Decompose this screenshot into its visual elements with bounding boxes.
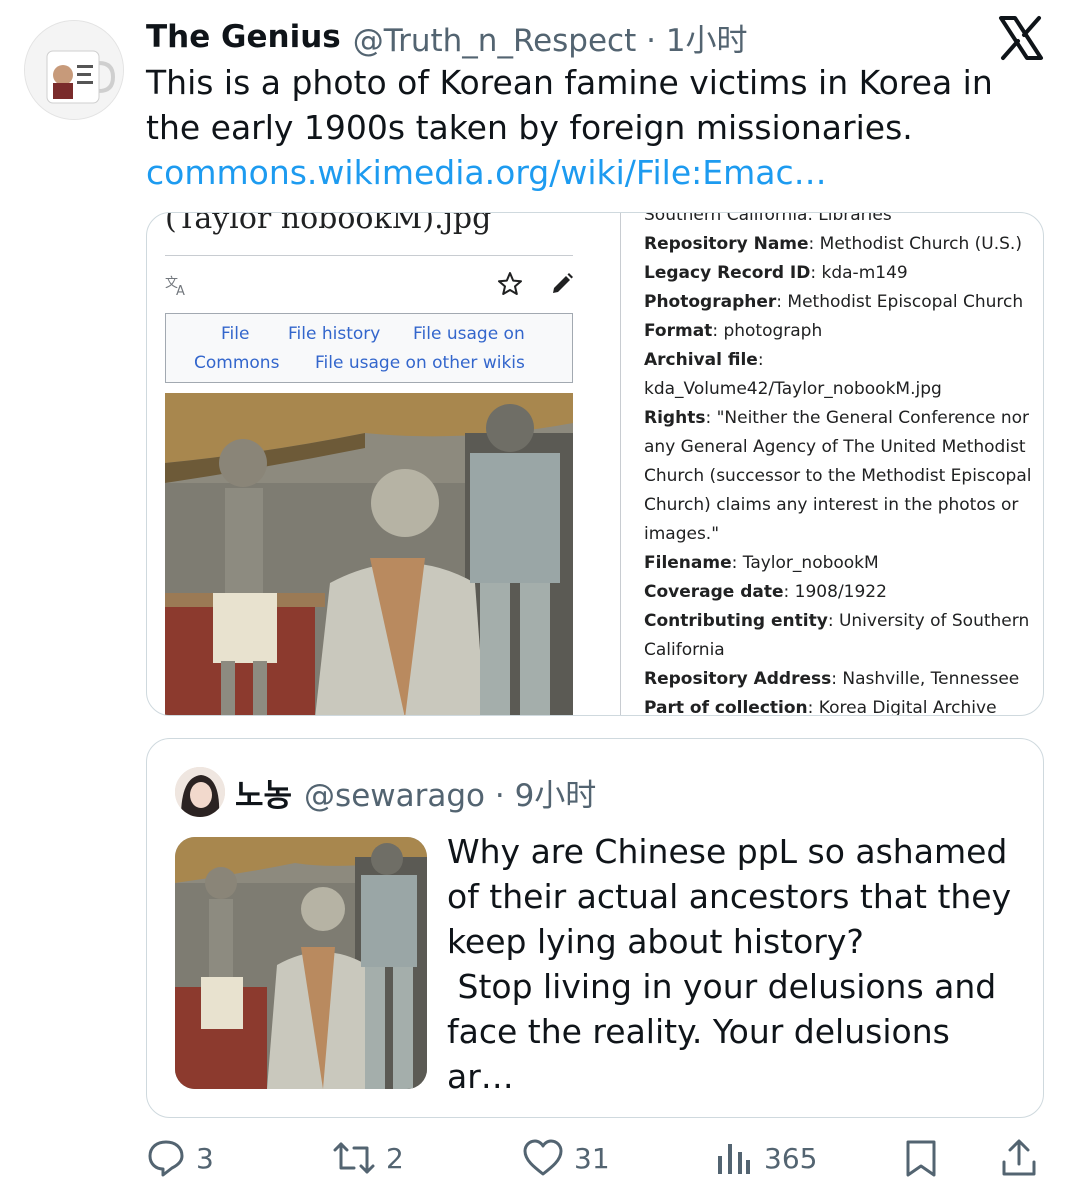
reply-count: 3 (196, 1141, 214, 1175)
wiki-tab-file: File (221, 324, 250, 344)
quoted-media-thumbnail[interactable] (175, 837, 427, 1089)
metadata-filename: Filename: Taylor_nobookM (644, 553, 879, 573)
metadata-clipped-line: Southern California. Libraries (644, 212, 892, 225)
wiki-metadata-list: Southern California. Libraries Repositor… (644, 212, 1034, 716)
famine-photo (165, 393, 573, 715)
views-count: 365 (764, 1141, 818, 1175)
metadata-archival-file-path: kda_Volume42/Taylor_nobookM.jpg (644, 379, 942, 399)
reply-icon (148, 1140, 184, 1177)
repost-count: 2 (386, 1141, 404, 1175)
bookmark-icon (906, 1140, 936, 1177)
metadata-archival-file: Archival file: (644, 350, 764, 370)
tweet-text: This is a photo of Korean famine victims… (146, 63, 993, 147)
metadata-legacy-record-id: Legacy Record ID: kda-m149 (644, 263, 908, 283)
quoted-author-avatar[interactable] (175, 767, 225, 817)
metadata-part-of-collection: Part of collection: Korea Digital Archiv… (644, 698, 997, 716)
reply-button[interactable]: 3 (146, 1130, 214, 1186)
author-avatar[interactable] (24, 20, 124, 120)
quoted-tweet[interactable]: 노농 @sewarago · 9小时 Why are Chinese ppL s… (146, 738, 1044, 1118)
x-logo-icon (997, 14, 1045, 62)
tweet-action-bar: 3 2 31 365 (0, 1130, 1067, 1190)
repost-icon (333, 1142, 375, 1174)
like-button[interactable]: 31 (522, 1130, 610, 1186)
wiki-tab-commons: Commons (194, 353, 280, 373)
wiki-tab-file-usage-other: File usage on other wikis (315, 353, 525, 373)
metadata-contributing-entity: Contributing entity: University of South… (644, 611, 1030, 660)
quoted-author-name[interactable]: 노농 (235, 770, 292, 815)
like-count: 31 (574, 1141, 610, 1175)
star-icon (497, 271, 523, 297)
metadata-repository-name: Repository Name: Methodist Church (U.S.) (644, 234, 1022, 254)
wiki-tab-file-history: File history (288, 324, 381, 344)
metadata-format: Format: photograph (644, 321, 823, 341)
quoted-author-handle-time[interactable]: @sewarago · 9小时 (304, 770, 596, 815)
metadata-rights: Rights: "Neither the General Conference … (644, 408, 1032, 544)
tweet-link[interactable]: commons.wikimedia.org/wiki/File:Emac… (146, 150, 827, 195)
views-icon (718, 1144, 750, 1174)
repost-button[interactable]: 2 (332, 1130, 404, 1186)
metadata-photographer: Photographer: Methodist Episcopal Church (644, 292, 1024, 312)
metadata-coverage-date: Coverage date: 1908/1922 (644, 582, 887, 602)
bookmark-button[interactable] (902, 1130, 940, 1186)
wiki-title-divider (165, 255, 573, 256)
share-icon (1002, 1139, 1036, 1176)
wiki-tab-file-usage-commons: File usage on (413, 324, 525, 344)
wiki-tab-box: File File history File usage on Commons … (165, 313, 573, 383)
wiki-file-title: (Taylor nobookM).jpg (165, 212, 492, 236)
author-display-name[interactable]: The Genius (146, 19, 341, 55)
quoted-tweet-text: Why are Chinese ppL so ashamed of their … (447, 832, 1012, 1096)
tweet-header: The Genius @Truth_n_Respect · 1小时 (146, 14, 748, 60)
wiki-panel-divider (620, 213, 621, 715)
author-handle-time[interactable]: @Truth_n_Respect · 1小时 (353, 15, 748, 60)
metadata-repository-address: Repository Address: Nashville, Tennessee (644, 669, 1020, 689)
like-icon (523, 1139, 563, 1176)
tweet-media-image[interactable]: (Taylor nobookM).jpg 文A File File histor… (146, 212, 1044, 716)
share-button[interactable] (1000, 1130, 1038, 1186)
quoted-tweet-header: 노농 @sewarago · 9小时 (235, 769, 596, 815)
translate-icon: 文A (165, 273, 191, 299)
views-button[interactable]: 365 (714, 1130, 817, 1186)
svg-text:A: A (176, 284, 185, 297)
pencil-icon (549, 271, 575, 297)
